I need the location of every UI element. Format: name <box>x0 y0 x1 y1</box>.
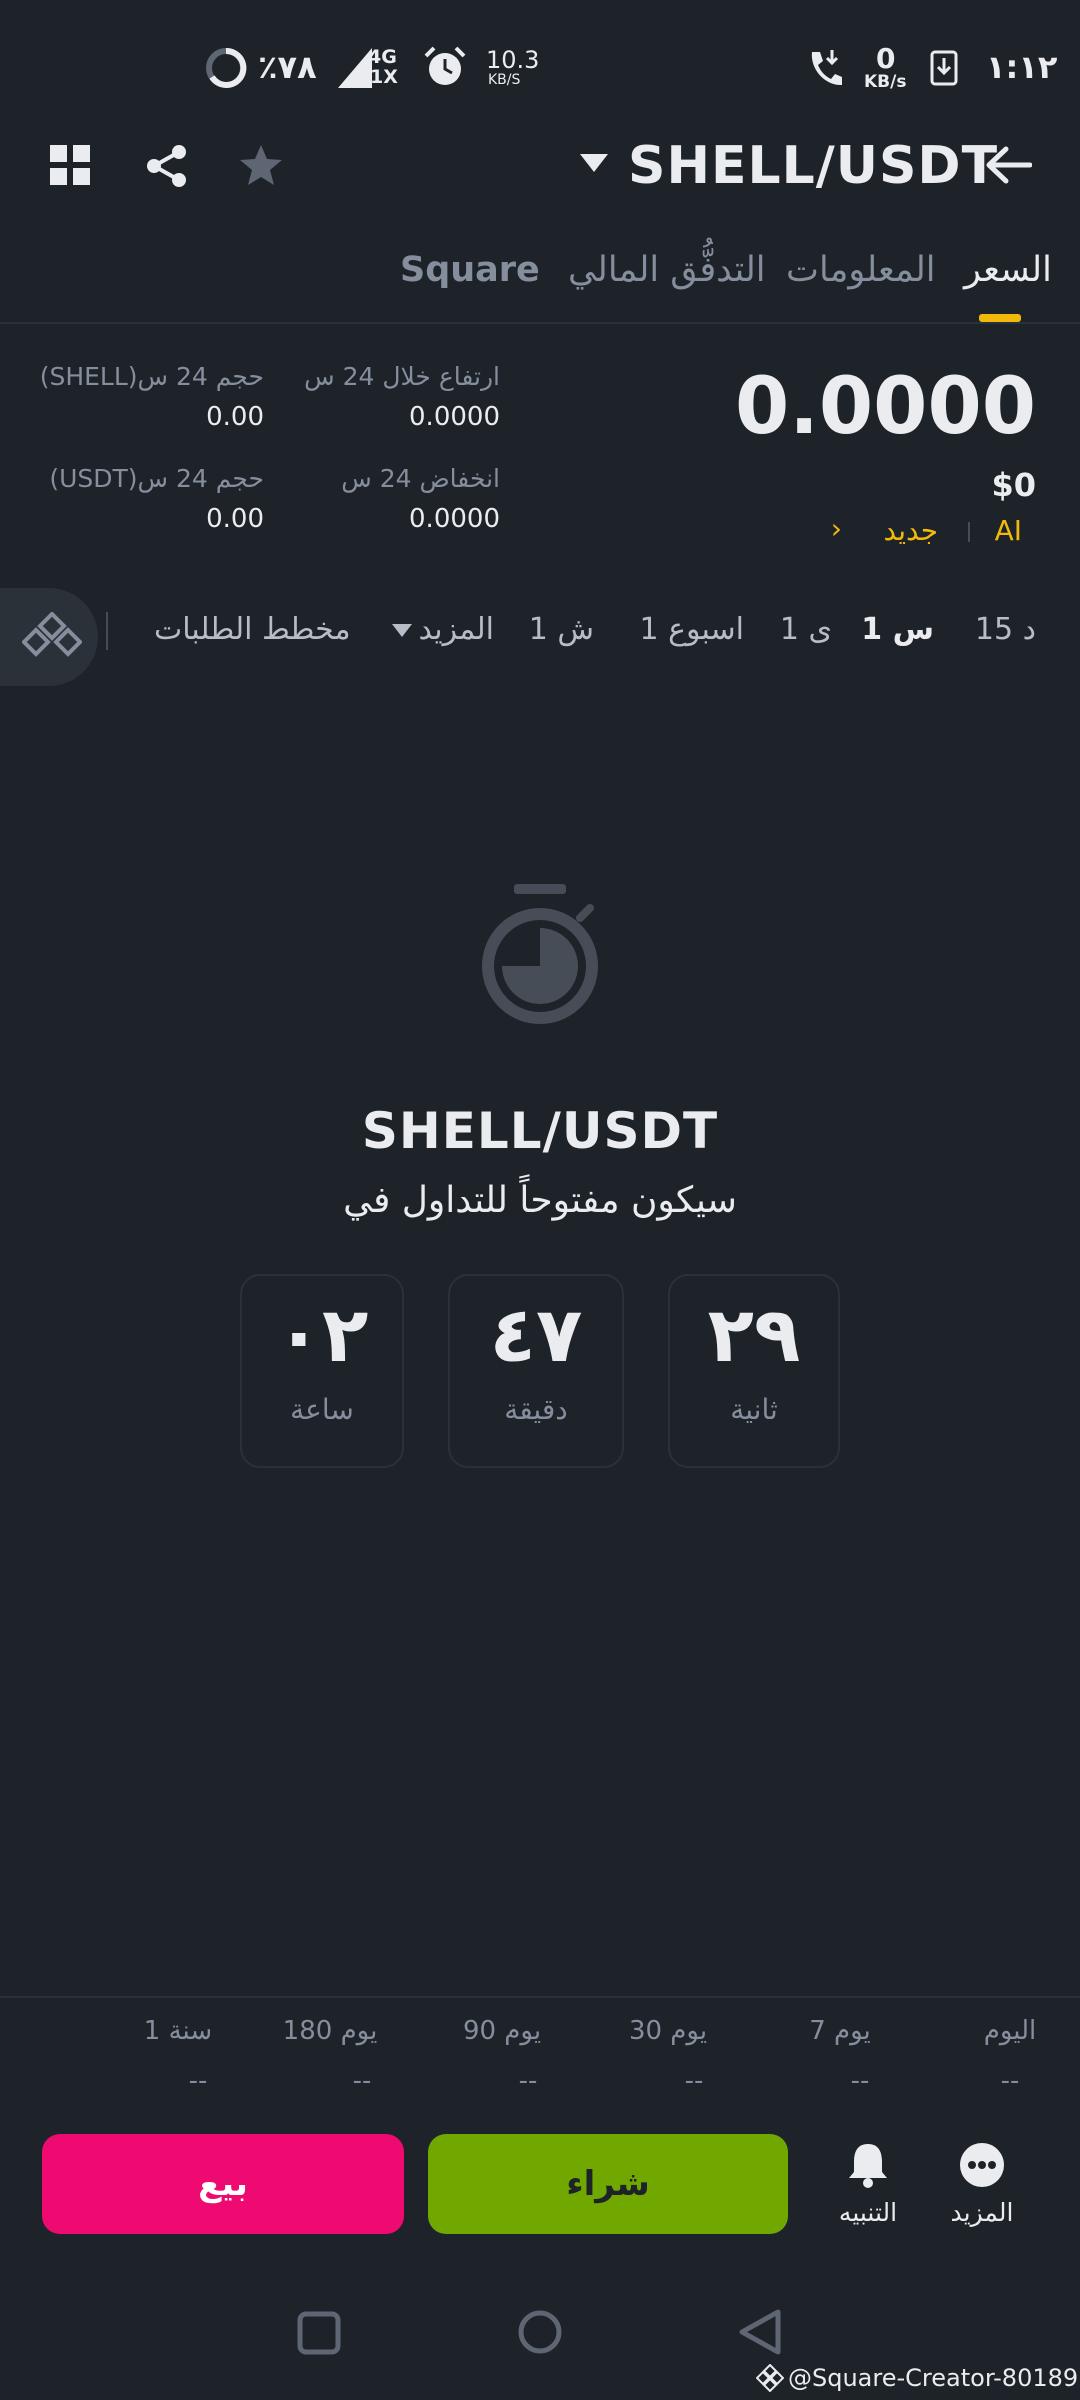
network-type-bottom: 1X <box>370 66 398 88</box>
perf-value-7d: -- <box>850 2066 870 2096</box>
watermark-logo-icon <box>756 2364 784 2392</box>
sell-button[interactable]: بيع <box>42 2134 404 2234</box>
data-speed-unit: KB/S <box>488 72 521 88</box>
tab-info[interactable]: المعلومات <box>786 250 936 290</box>
perf-value-180d: -- <box>352 2066 372 2096</box>
high-24h-label: ارتفاع خلال 24 س <box>304 362 500 391</box>
data-speed: 10.3 <box>486 46 540 74</box>
buy-button[interactable]: شراء <box>428 2134 788 2234</box>
binance-ai-floating-button[interactable] <box>0 588 98 686</box>
battery-icon <box>206 47 247 88</box>
low-24h-label: انخفاض 24 س <box>341 464 500 493</box>
perf-label-90d: 90 يوم <box>462 2016 542 2046</box>
more-actions-button[interactable]: المزيد <box>942 2130 1022 2246</box>
timeframe-1w[interactable]: 1 اسبوع <box>639 612 744 647</box>
clock: ١:١٢ <box>986 48 1058 86</box>
perf-value-30d: -- <box>684 2066 704 2096</box>
countdown-seconds-unit: ثانية <box>730 1393 778 1426</box>
tab-square[interactable]: Square <box>400 250 540 290</box>
countdown-pair-title: SHELL/USDT <box>361 1102 719 1160</box>
timeframe-separator <box>106 612 108 650</box>
chevron-right-icon[interactable]: › <box>831 512 842 545</box>
volume-quote-value: 0.00 <box>206 504 264 534</box>
new-label[interactable]: جديد <box>884 514 939 547</box>
pair-title[interactable]: SHELL/USDT <box>628 136 998 196</box>
download-icon <box>930 50 958 86</box>
volume-quote-label: حجم 24 س(USDT) <box>49 464 264 493</box>
timeframe-1mo[interactable]: 1 ش <box>529 612 594 647</box>
back-nav-icon[interactable] <box>736 2306 784 2358</box>
signal-icon <box>338 48 372 88</box>
countdown-minutes: ٤٧ <box>489 1290 583 1379</box>
low-24h-value: 0.0000 <box>409 504 500 534</box>
perf-label-1y: 1 سنة <box>143 2016 213 2046</box>
tab-price[interactable]: السعر <box>964 250 1052 290</box>
watermark-text: @Square-Creator-80189... <box>788 2364 1080 2392</box>
countdown-hours: ٠٢ <box>275 1290 369 1379</box>
countdown-minutes-unit: دقيقة <box>504 1393 568 1426</box>
network-type-top: 4G <box>368 46 397 68</box>
back-arrow-icon[interactable] <box>986 146 1032 184</box>
battery-percent: ٪٧٨ <box>258 48 317 86</box>
alarm-icon <box>424 46 466 85</box>
last-price: 0.0000 <box>735 362 1036 452</box>
ai-separator <box>968 522 970 542</box>
volume-base-label: حجم 24 س(SHELL) <box>39 362 264 391</box>
usd-price: $0 <box>991 466 1036 504</box>
tab-money-flow[interactable]: التدفُّق المالي <box>568 250 766 290</box>
timeframe-more[interactable]: المزيد <box>419 612 494 647</box>
alert-button[interactable]: التنبيه <box>826 2130 910 2246</box>
volume-base-value: 0.00 <box>206 402 264 432</box>
binance-logo-icon <box>22 612 82 657</box>
stopwatch-icon <box>482 884 598 1024</box>
timeframe-1d[interactable]: 1 ی <box>780 612 832 647</box>
countdown-minutes-box: ٤٧ دقيقة <box>448 1274 624 1468</box>
grid-menu-icon[interactable] <box>50 145 90 185</box>
perf-label-180d: 180 يوم <box>282 2016 378 2046</box>
countdown-seconds: ٢٩ <box>707 1290 801 1379</box>
tab-active-indicator <box>979 314 1021 322</box>
countdown-subtitle: سيكون مفتوحاً للتداول في <box>343 1180 737 1221</box>
ai-badge[interactable]: AI <box>995 514 1022 547</box>
recent-apps-icon[interactable] <box>296 2310 342 2356</box>
countdown-hours-unit: ساعة <box>290 1393 354 1426</box>
perf-value-90d: -- <box>518 2066 538 2096</box>
perf-label-30d: 30 يوم <box>628 2016 708 2046</box>
favorite-star-icon[interactable] <box>238 143 284 187</box>
perf-value-1y: -- <box>188 2066 208 2096</box>
tabs-divider <box>0 322 1080 324</box>
bell-icon <box>849 2144 887 2188</box>
net-speed-unit: KB/s <box>864 72 907 92</box>
perf-label-7d: 7 يوم <box>809 2016 871 2046</box>
call-icon <box>811 50 842 86</box>
share-icon[interactable] <box>145 144 189 188</box>
home-icon[interactable] <box>516 2308 564 2356</box>
order-book-chart[interactable]: مخطط الطلبات <box>154 612 351 647</box>
more-dots-icon <box>960 2143 1004 2187</box>
net-speed-value: 0 <box>876 42 896 75</box>
more-dropdown-icon[interactable] <box>392 624 412 638</box>
status-bar: ٪٧٨ 4G 1X 10.3 KB/S 0 KB/s ١:١٢ <box>0 0 1080 130</box>
high-24h-value: 0.0000 <box>409 402 500 432</box>
perf-label-today: اليوم <box>983 2016 1037 2046</box>
timeframe-1h[interactable]: 1 س <box>861 612 934 647</box>
alert-label: التنبيه <box>838 2198 898 2227</box>
countdown-hours-box: ٠٢ ساعة <box>240 1274 404 1468</box>
more-actions-label: المزيد <box>950 2198 1014 2227</box>
countdown-seconds-box: ٢٩ ثانية <box>668 1274 840 1468</box>
timeframe-15m[interactable]: 15 د <box>975 612 1036 647</box>
perf-value-today: -- <box>1000 2066 1020 2096</box>
pair-dropdown-icon[interactable] <box>580 154 608 174</box>
performance-divider <box>0 1996 1080 1998</box>
